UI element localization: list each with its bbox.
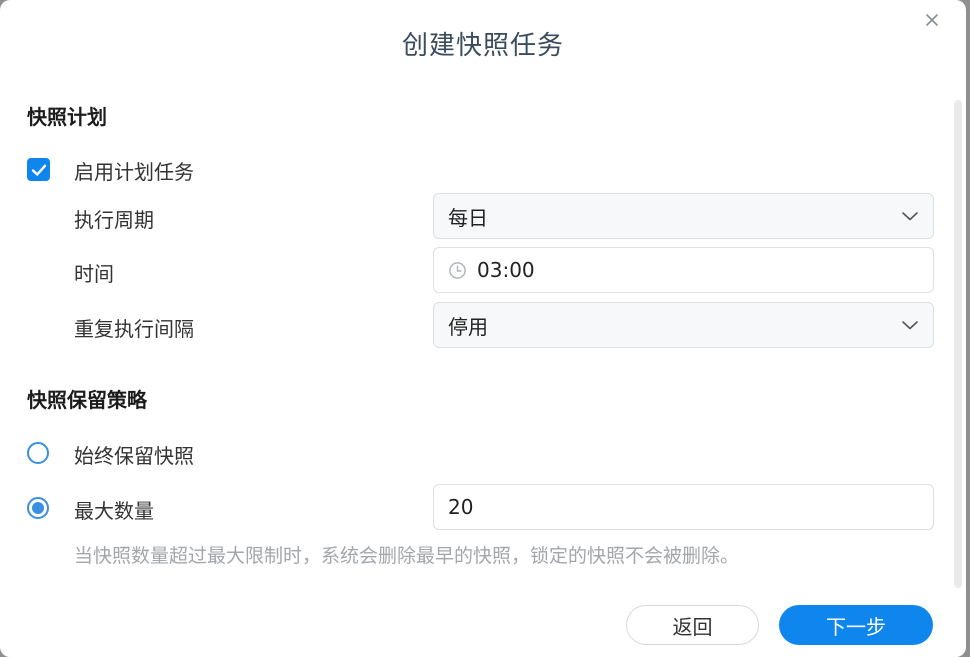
check-icon	[31, 164, 46, 176]
section-title-schedule: 快照计划	[27, 105, 107, 129]
repeat-value: 停用	[448, 314, 488, 339]
radio-max-count[interactable]	[27, 497, 49, 519]
scrollbar[interactable]	[954, 100, 962, 588]
chevron-down-icon	[902, 321, 918, 330]
retention-hint: 当快照数量超过最大限制时，系统会删除最早的快照，锁定的快照不会被删除。	[74, 545, 740, 567]
max-count-input[interactable]: 20	[433, 484, 934, 530]
time-label: 时间	[74, 262, 114, 286]
cycle-value: 每日	[448, 205, 488, 230]
max-count-label[interactable]: 最大数量	[74, 495, 154, 524]
cycle-label: 执行周期	[74, 208, 154, 232]
close-icon[interactable]	[922, 10, 942, 30]
keep-always-label[interactable]: 始终保留快照	[74, 440, 194, 469]
radio-keep-always[interactable]	[27, 442, 49, 464]
repeat-select[interactable]: 停用	[433, 302, 934, 348]
cycle-select[interactable]: 每日	[433, 193, 934, 239]
time-value: 03:00	[477, 258, 535, 282]
clock-icon	[449, 261, 466, 279]
max-count-value: 20	[448, 495, 474, 519]
dialog-title: 创建快照任务	[401, 31, 564, 61]
time-picker[interactable]: 03:00	[433, 247, 934, 293]
next-button[interactable]: 下一步	[779, 605, 933, 645]
radio-selected-dot	[32, 502, 44, 514]
enable-schedule-label[interactable]: 启用计划任务	[74, 156, 194, 185]
back-button[interactable]: 返回	[626, 605, 759, 645]
section-title-retention: 快照保留策略	[27, 388, 147, 412]
create-snapshot-dialog: 创建快照任务 快照计划 启用计划任务 执行周期 每日 时间 03:00 重复执行…	[0, 0, 966, 657]
repeat-label: 重复执行间隔	[74, 317, 194, 341]
enable-schedule-checkbox[interactable]	[27, 158, 50, 181]
chevron-down-icon	[902, 212, 918, 221]
